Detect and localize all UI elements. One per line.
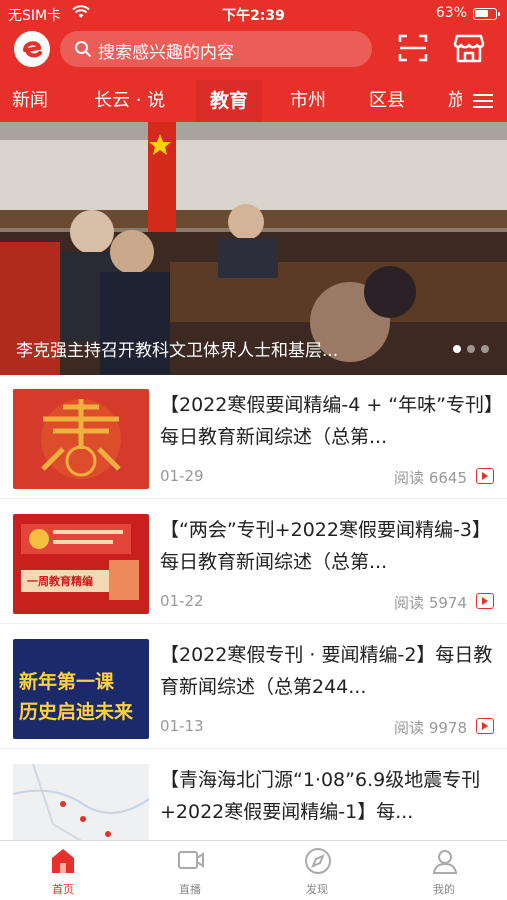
article-thumbnail: [13, 389, 149, 489]
tab-news[interactable]: 新闻: [12, 80, 48, 122]
nav-discover[interactable]: 发现: [254, 841, 380, 900]
status-bar: 无SIM卡 下午2:39 63%: [0, 0, 507, 28]
article-reads: 阅读 9978: [394, 719, 467, 737]
banner-caption: 李克强主持召开教科文卫体界人士和基层...: [16, 341, 339, 361]
scan-icon[interactable]: [397, 32, 429, 64]
battery-percent: 63%: [435, 5, 467, 21]
carousel-dot[interactable]: [453, 345, 461, 353]
nav-live[interactable]: 直播: [127, 841, 253, 900]
article-item[interactable]: 【2022寒假要闻精编-4 + “年味”专刊】每日教育新闻综述（总第... 01…: [0, 375, 507, 499]
bottom-nav: 首页 直播 发现 我的: [0, 840, 507, 900]
menu-icon[interactable]: [473, 92, 493, 110]
article-thumbnail: 新年第一课 历史启迪未来: [13, 639, 149, 739]
nav-label: 发现: [306, 883, 328, 896]
search-bar[interactable]: 搜索感兴趣的内容: [60, 31, 372, 67]
article-date: 01-13: [160, 717, 204, 735]
home-icon: [52, 849, 74, 873]
play-icon[interactable]: [476, 593, 494, 609]
nav-label: 我的: [433, 883, 455, 896]
article-title: 【2022寒假要闻精编-4 + “年味”专刊】每日教育新闻综述（总第...: [160, 394, 494, 448]
tab-travel[interactable]: 旅: [448, 80, 462, 122]
user-icon: [432, 850, 458, 874]
search-placeholder: 搜索感兴趣的内容: [98, 43, 234, 63]
app-logo[interactable]: [14, 31, 50, 67]
article-item[interactable]: 新年第一课 历史启迪未来 【2022寒假专刊 · 要闻精编-2】每日教育新闻综述…: [0, 625, 507, 749]
channel-tabs: 新闻 长云 · 说 教育 市州 区县 旅: [0, 80, 507, 122]
article-thumbnail: 一周教育精编: [13, 514, 149, 614]
tab-city[interactable]: 市州: [290, 80, 326, 122]
play-icon[interactable]: [476, 468, 494, 484]
carousel-dot[interactable]: [467, 345, 475, 353]
battery-icon: [473, 8, 500, 20]
status-time: 下午2:39: [222, 8, 285, 24]
carousel-dots: [447, 338, 489, 357]
nav-home[interactable]: 首页: [0, 841, 126, 900]
hero-banner[interactable]: 李克强主持召开教科文卫体界人士和基层...: [0, 122, 507, 375]
tab-county[interactable]: 区县: [369, 80, 405, 122]
article-title: 【青海海北门源“1·08”6.9级地震专刊+2022寒假要闻精编-1】每...: [160, 769, 481, 823]
thumbnail-text: 历史启迪未来: [19, 701, 134, 723]
nav-profile[interactable]: 我的: [381, 841, 507, 900]
nav-label: 直播: [179, 883, 201, 896]
article-date: 01-22: [160, 592, 204, 610]
article-reads: 阅读 5974: [394, 594, 467, 612]
search-icon: [74, 40, 92, 63]
play-icon[interactable]: [476, 718, 494, 734]
thumbnail-text: 新年第一课: [19, 671, 115, 693]
store-icon[interactable]: [452, 32, 486, 64]
article-title: 【“两会”专刊+2022寒假要闻精编-3】每日教育新闻综述（总第...: [160, 519, 491, 573]
app-header: 无SIM卡 下午2:39 63% 搜索感兴趣的内容 新闻 长云 · 说 教育 市…: [0, 0, 507, 122]
carousel-dot[interactable]: [481, 345, 489, 353]
article-item[interactable]: 一周教育精编 【“两会”专刊+2022寒假要闻精编-3】每日教育新闻综述（总第.…: [0, 500, 507, 624]
article-reads: 阅读 6645: [394, 469, 467, 487]
nav-label: 首页: [52, 883, 74, 896]
article-date: 01-29: [160, 467, 204, 485]
live-icon: [178, 851, 204, 869]
tab-education[interactable]: 教育: [196, 80, 263, 122]
compass-icon: [305, 848, 331, 874]
thumbnail-text: 一周教育精编: [27, 575, 93, 588]
article-title: 【2022寒假专刊 · 要闻精编-2】每日教育新闻综述（总第244...: [160, 644, 493, 698]
tab-changyun-say[interactable]: 长云 · 说: [94, 80, 165, 122]
